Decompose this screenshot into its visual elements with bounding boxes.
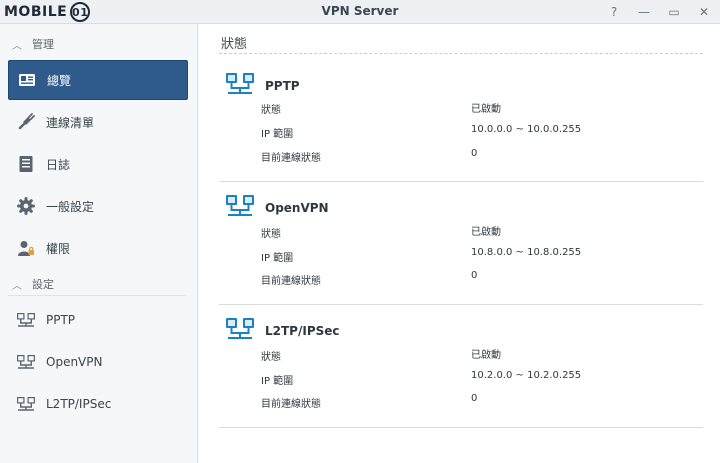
section-manage-label: 管理 bbox=[32, 38, 54, 51]
sidebar-item-connection-list[interactable]: 連線清單 bbox=[8, 102, 188, 142]
ip-range-value: 10.2.0.0 ~ 10.2.0.255 bbox=[471, 370, 582, 381]
vpn-network-icon bbox=[225, 317, 255, 344]
sidebar-item-label: 一般設定 bbox=[46, 199, 95, 214]
chevron-up-icon: ︿ bbox=[12, 40, 22, 52]
sidebar-item-permission[interactable]: 權限 bbox=[8, 228, 188, 268]
connections-label: 目前連線狀態 bbox=[261, 153, 321, 164]
main-content: 狀態 PPTP 狀態 已啟動 IP 範圍 10.0.0.0 ~ 10.0.0.2… bbox=[199, 24, 720, 463]
ip-range-label: IP 範圍 bbox=[261, 253, 294, 264]
help-icon[interactable]: ? bbox=[606, 4, 622, 20]
sidebar-item-overview[interactable]: 總覽 bbox=[8, 60, 188, 100]
minimize-icon[interactable]: — bbox=[636, 4, 652, 20]
sidebar-item-label: 連線清單 bbox=[46, 115, 95, 130]
status-label: 狀態 bbox=[261, 352, 281, 363]
sidebar-item-label: PPTP bbox=[46, 313, 76, 327]
panel-header: L2TP/IPSec bbox=[225, 317, 340, 344]
sidebar-item-label: 日誌 bbox=[46, 157, 71, 172]
connections-label: 目前連線狀態 bbox=[261, 276, 321, 287]
sidebar-divider bbox=[8, 295, 186, 296]
connections-value: 0 bbox=[471, 270, 478, 281]
close-icon[interactable]: ✕ bbox=[696, 4, 712, 20]
title-divider bbox=[219, 53, 703, 54]
status-value: 已啟動 bbox=[471, 350, 501, 361]
status-value: 已啟動 bbox=[471, 227, 501, 238]
status-label: 狀態 bbox=[261, 229, 281, 240]
log-icon bbox=[16, 154, 36, 174]
sidebar-item-general-settings[interactable]: 一般設定 bbox=[8, 186, 188, 226]
connection-list-icon bbox=[16, 112, 36, 132]
maximize-icon[interactable]: ▭ bbox=[666, 4, 682, 20]
connections-value: 0 bbox=[471, 148, 478, 159]
connections-label: 目前連線狀態 bbox=[261, 399, 321, 410]
vpn-network-icon bbox=[225, 72, 255, 99]
ip-range-label: IP 範圍 bbox=[261, 376, 294, 387]
sidebar-item-openvpn[interactable]: OpenVPN bbox=[8, 342, 188, 382]
sidebar-item-label: 權限 bbox=[46, 241, 71, 256]
sidebar-item-l2tp-ipsec[interactable]: L2TP/IPSec bbox=[8, 384, 188, 424]
status-panel-l2tp-ipsec: L2TP/IPSec 狀態 已啟動 IP 範圍 10.2.0.0 ~ 10.2.… bbox=[219, 305, 703, 428]
status-panel-pptp: PPTP 狀態 已啟動 IP 範圍 10.0.0.0 ~ 10.0.0.255 … bbox=[219, 58, 703, 182]
title-bar: MOBILE 01 VPN Server ? — ▭ ✕ bbox=[0, 0, 720, 24]
chevron-up-icon: ︿ bbox=[12, 280, 22, 292]
panel-title: OpenVPN bbox=[265, 200, 329, 215]
vpn-network-icon bbox=[225, 194, 255, 221]
network-icon bbox=[16, 352, 36, 372]
section-settings[interactable]: ︿ 設定 bbox=[12, 274, 54, 294]
sidebar-item-pptp[interactable]: PPTP bbox=[8, 300, 188, 340]
panel-title: L2TP/IPSec bbox=[265, 323, 340, 338]
panel-header: OpenVPN bbox=[225, 194, 329, 221]
status-panel-openvpn: OpenVPN 狀態 已啟動 IP 範圍 10.8.0.0 ~ 10.8.0.2… bbox=[219, 182, 703, 305]
sidebar-item-label: 總覽 bbox=[47, 73, 72, 88]
user-permission-icon bbox=[16, 238, 36, 258]
gear-icon bbox=[16, 196, 36, 216]
status-value: 已啟動 bbox=[471, 104, 501, 115]
ip-range-label: IP 範圍 bbox=[261, 129, 294, 140]
panel-title: PPTP bbox=[265, 78, 300, 93]
status-label: 狀態 bbox=[261, 105, 281, 116]
window-controls: ? — ▭ ✕ bbox=[606, 4, 712, 20]
overview-icon bbox=[17, 70, 37, 90]
sidebar-item-label: L2TP/IPSec bbox=[46, 397, 112, 411]
ip-range-value: 10.8.0.0 ~ 10.8.0.255 bbox=[471, 247, 582, 258]
sidebar-item-label: OpenVPN bbox=[46, 355, 103, 369]
section-settings-label: 設定 bbox=[32, 278, 54, 291]
sidebar: ︿ 管理 總覽 連線清單 日誌 一般設定 權限 ︿ 設定 PPTP OpenVP… bbox=[0, 24, 198, 463]
connections-value: 0 bbox=[471, 393, 478, 404]
section-manage[interactable]: ︿ 管理 bbox=[12, 34, 54, 54]
sidebar-item-log[interactable]: 日誌 bbox=[8, 144, 188, 184]
network-icon bbox=[16, 310, 36, 330]
panel-header: PPTP bbox=[225, 72, 300, 99]
network-icon bbox=[16, 394, 36, 414]
ip-range-value: 10.0.0.0 ~ 10.0.0.255 bbox=[471, 124, 582, 135]
page-title: 狀態 bbox=[221, 37, 248, 52]
